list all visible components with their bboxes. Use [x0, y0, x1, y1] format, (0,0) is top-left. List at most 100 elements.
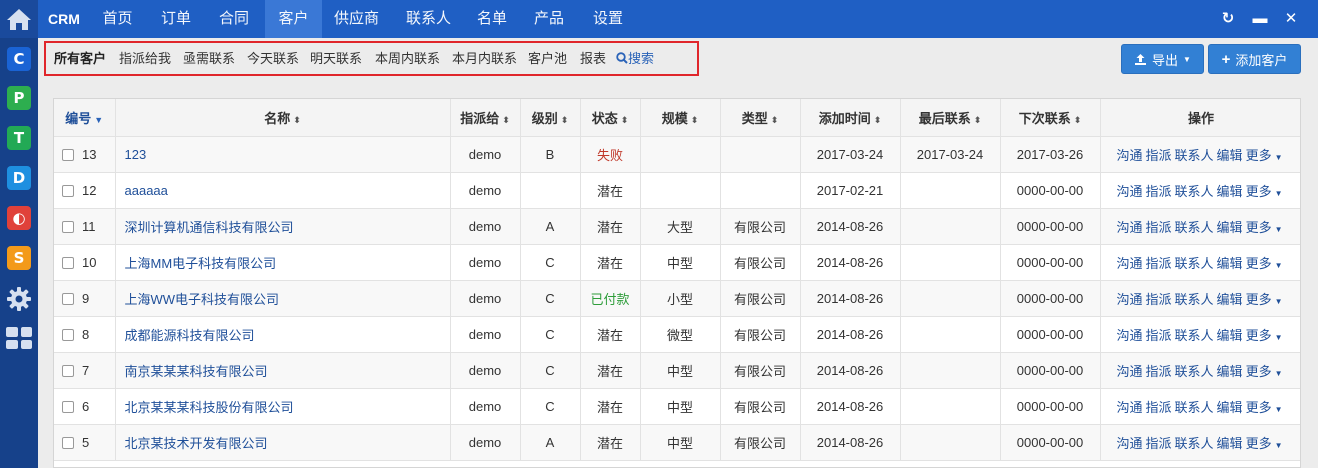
dock-app-3-icon[interactable]: D [7, 166, 31, 190]
column-header-1[interactable]: 名称 ⬍ [115, 99, 451, 137]
dock-app-2-icon[interactable]: T [7, 126, 31, 150]
action-link-3[interactable]: 编辑 [1217, 364, 1243, 379]
row-checkbox[interactable] [62, 220, 74, 233]
action-link-3[interactable]: 编辑 [1217, 436, 1243, 451]
filter-tab-6[interactable]: 本月内联系 [452, 43, 517, 74]
row-checkbox[interactable] [62, 184, 74, 197]
more-chevron-icon[interactable]: ▼ [1275, 369, 1283, 378]
refresh-icon[interactable]: ↻ [1218, 9, 1238, 29]
action-link-0[interactable]: 沟通 [1117, 436, 1143, 451]
search-link[interactable]: 搜索 [616, 43, 654, 74]
table-row[interactable]: 11 深圳计算机通信科技有限公司 demo A 潜在 大型 有限公司 2014-08-26 00… [54, 208, 1300, 245]
more-chevron-icon[interactable]: ▼ [1275, 333, 1283, 342]
action-link-3[interactable]: 编辑 [1217, 400, 1243, 415]
close-icon[interactable]: ✕ [1281, 9, 1301, 29]
action-link-4[interactable]: 更多 [1246, 184, 1272, 199]
nav-item-6[interactable]: 名单 [467, 0, 517, 38]
action-link-0[interactable]: 沟通 [1117, 400, 1143, 415]
action-link-2[interactable]: 联系人 [1175, 220, 1214, 235]
action-link-3[interactable]: 编辑 [1217, 184, 1243, 199]
action-link-2[interactable]: 联系人 [1175, 256, 1214, 271]
filter-tab-3[interactable]: 今天联系 [247, 43, 299, 74]
row-checkbox[interactable] [62, 292, 74, 305]
action-link-3[interactable]: 编辑 [1217, 328, 1243, 343]
action-link-3[interactable]: 编辑 [1217, 148, 1243, 163]
action-link-4[interactable]: 更多 [1246, 400, 1272, 415]
column-header-8[interactable]: 最后联系 ⬍ [900, 99, 1001, 137]
nav-item-8[interactable]: 设置 [583, 0, 633, 38]
nav-item-0[interactable]: 首页 [94, 0, 141, 38]
table-row[interactable]: 13 123 demo B 失败 2017-03-24 2017-03-24 2017-03-… [54, 136, 1300, 173]
filter-tab-4[interactable]: 明天联系 [310, 43, 362, 74]
nav-item-5[interactable]: 联系人 [396, 0, 461, 38]
column-header-5[interactable]: 规模 ⬍ [640, 99, 721, 137]
action-link-4[interactable]: 更多 [1246, 220, 1272, 235]
customer-name-link[interactable]: aaaaaa [115, 172, 451, 209]
action-link-3[interactable]: 编辑 [1217, 256, 1243, 271]
table-row[interactable]: 7 南京某某某科技有限公司 demo C 潜在 中型 有限公司 2014-08-26 0000-… [54, 352, 1300, 389]
add-customer-button[interactable]: + 添加客户 [1208, 44, 1301, 74]
column-header-9[interactable]: 下次联系 ⬍ [1000, 99, 1101, 137]
app-grid-icon[interactable] [6, 327, 32, 349]
customer-name-link[interactable]: 北京某某某科技股份有限公司 [115, 388, 451, 425]
filter-tab-5[interactable]: 本周内联系 [375, 43, 440, 74]
customer-name-link[interactable]: 北京某技术开发有限公司 [115, 424, 451, 461]
dock-app-0-icon[interactable]: C [7, 47, 31, 71]
customer-name-link[interactable]: 上海MM电子科技有限公司 [115, 244, 451, 281]
action-link-0[interactable]: 沟通 [1117, 256, 1143, 271]
export-button[interactable]: 导出 ▼ [1121, 44, 1204, 74]
action-link-2[interactable]: 联系人 [1175, 148, 1214, 163]
more-chevron-icon[interactable]: ▼ [1275, 441, 1283, 450]
action-link-0[interactable]: 沟通 [1117, 328, 1143, 343]
settings-gear-icon[interactable] [6, 286, 32, 312]
action-link-2[interactable]: 联系人 [1175, 292, 1214, 307]
column-header-0[interactable]: 编号 ▼ [54, 99, 116, 137]
table-row[interactable]: 5 北京某技术开发有限公司 demo A 潜在 中型 有限公司 2014-08-26 0000-… [54, 424, 1300, 461]
action-link-3[interactable]: 编辑 [1217, 292, 1243, 307]
more-chevron-icon[interactable]: ▼ [1275, 225, 1283, 234]
table-row[interactable]: 12 aaaaaa demo 潜在 2017-02-21 0000-00-00 沟通 指派 联系… [54, 172, 1300, 209]
nav-item-3[interactable]: 客户 [265, 0, 322, 38]
filter-tab-8[interactable]: 报表 [580, 43, 606, 74]
minimize-icon[interactable]: ▬ [1250, 9, 1270, 29]
action-link-2[interactable]: 联系人 [1175, 364, 1214, 379]
column-header-6[interactable]: 类型 ⬍ [720, 99, 801, 137]
nav-item-4[interactable]: 供应商 [324, 0, 389, 38]
action-link-1[interactable]: 指派 [1146, 292, 1172, 307]
filter-tab-7[interactable]: 客户池 [528, 43, 567, 74]
column-header-2[interactable]: 指派给 ⬍ [450, 99, 521, 137]
action-link-4[interactable]: 更多 [1246, 292, 1272, 307]
table-row[interactable]: 8 成都能源科技有限公司 demo C 潜在 微型 有限公司 2014-08-26 0000-0… [54, 316, 1300, 353]
nav-item-1[interactable]: 订单 [151, 0, 201, 38]
action-link-1[interactable]: 指派 [1146, 328, 1172, 343]
action-link-2[interactable]: 联系人 [1175, 328, 1214, 343]
action-link-2[interactable]: 联系人 [1175, 184, 1214, 199]
column-header-4[interactable]: 状态 ⬍ [580, 99, 641, 137]
row-checkbox[interactable] [62, 256, 74, 269]
action-link-1[interactable]: 指派 [1146, 148, 1172, 163]
nav-item-7[interactable]: 产品 [524, 0, 574, 38]
action-link-0[interactable]: 沟通 [1117, 148, 1143, 163]
action-link-4[interactable]: 更多 [1246, 148, 1272, 163]
table-row[interactable]: 10 上海MM电子科技有限公司 demo C 潜在 中型 有限公司 2014-08-26 000… [54, 244, 1300, 281]
table-row[interactable]: 9 上海WW电子科技有限公司 demo C 已付款 小型 有限公司 2014-08-26 000… [54, 280, 1300, 317]
filter-tab-0[interactable]: 所有客户 [54, 43, 106, 74]
column-header-7[interactable]: 添加时间 ⬍ [800, 99, 901, 137]
more-chevron-icon[interactable]: ▼ [1275, 405, 1283, 414]
action-link-0[interactable]: 沟通 [1117, 364, 1143, 379]
customer-name-link[interactable]: 南京某某某科技有限公司 [115, 352, 451, 389]
action-link-4[interactable]: 更多 [1246, 256, 1272, 271]
action-link-3[interactable]: 编辑 [1217, 220, 1243, 235]
customer-name-link[interactable]: 上海WW电子科技有限公司 [115, 280, 451, 317]
row-checkbox[interactable] [62, 436, 74, 449]
action-link-4[interactable]: 更多 [1246, 436, 1272, 451]
action-link-4[interactable]: 更多 [1246, 328, 1272, 343]
dock-app-1-icon[interactable]: P [7, 86, 31, 110]
action-link-1[interactable]: 指派 [1146, 184, 1172, 199]
action-link-2[interactable]: 联系人 [1175, 436, 1214, 451]
table-row[interactable]: 6 北京某某某科技股份有限公司 demo C 潜在 中型 有限公司 2014-08-26 000… [54, 388, 1300, 425]
filter-tab-2[interactable]: 亟需联系 [183, 43, 235, 74]
column-header-3[interactable]: 级别 ⬍ [520, 99, 581, 137]
action-link-0[interactable]: 沟通 [1117, 220, 1143, 235]
customer-name-link[interactable]: 成都能源科技有限公司 [115, 316, 451, 353]
